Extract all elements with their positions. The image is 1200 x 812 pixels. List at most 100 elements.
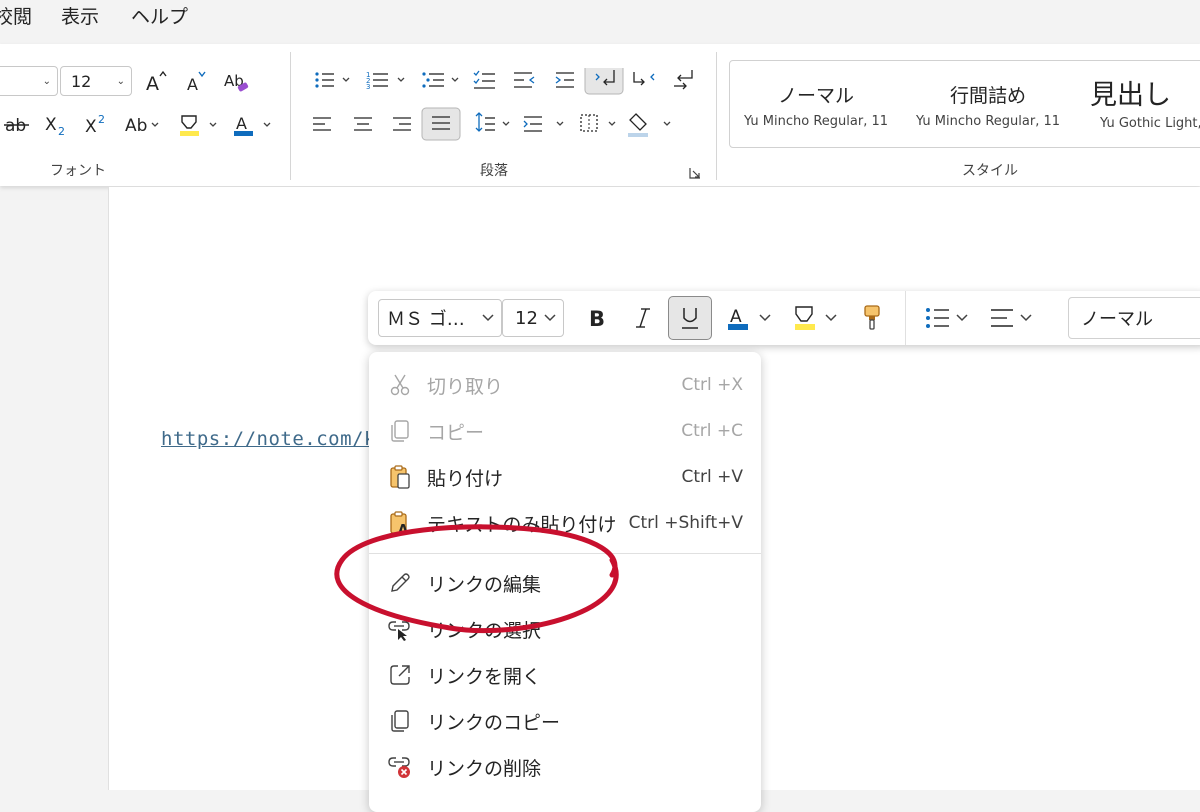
superscript-button[interactable]: X2 [82, 110, 112, 140]
chevron-down-icon: ⌄ [42, 75, 51, 87]
style-normal-name: ノーマル [777, 85, 854, 107]
shading-icon[interactable] [628, 113, 671, 137]
style-normal[interactable]: ノーマル Yu Mincho Regular, 11 [730, 81, 902, 129]
svg-text:2: 2 [98, 113, 105, 126]
menu-item-label: 貼り付け [427, 467, 504, 490]
style-heading-name: 見出し [1090, 80, 1171, 111]
document-link[interactable]: https://note.com/k [161, 428, 376, 450]
menu-item-label: 切り取り [427, 375, 504, 398]
menu-review[interactable]: 校閲 [0, 2, 32, 29]
mini-highlight-button[interactable] [790, 301, 842, 335]
paragraph-group-label: 段落 [480, 163, 508, 179]
justify-button-pressed[interactable] [421, 107, 461, 141]
subscript-icon: X2 [45, 115, 65, 137]
subscript-button[interactable]: X2 [42, 110, 72, 140]
menu-item-paste[interactable]: 貼り付け Ctrl +V [369, 455, 761, 499]
menu-item-label: リンクの編集 [427, 573, 542, 596]
style-heading[interactable]: 見出し Yu Gothic Light, [1090, 73, 1200, 131]
svg-text:2: 2 [58, 125, 65, 137]
mini-font-name-value: ＭＳ ゴ… [387, 309, 465, 330]
svg-text:X: X [45, 115, 57, 135]
grow-font-button[interactable]: A [143, 68, 171, 96]
menu-item-label: リンクの選択 [427, 619, 542, 642]
ltr-button-pressed[interactable] [584, 68, 624, 95]
numbering-icon[interactable]: 123 [366, 71, 405, 91]
paragraph-spacing-icon[interactable] [523, 116, 564, 132]
menu-item-edit-link[interactable]: リンクの編集 [369, 561, 761, 605]
line-spacing-icon[interactable] [475, 112, 510, 132]
highlight-color-button[interactable] [176, 110, 222, 140]
svg-text:X: X [85, 117, 97, 137]
align-icon [991, 309, 1032, 327]
rtl-icon[interactable] [633, 72, 655, 86]
bullets-icon[interactable] [315, 72, 350, 88]
bullets-icon [926, 308, 968, 328]
dialog-launcher-icon[interactable] [688, 166, 702, 180]
font-color-button[interactable]: A [230, 110, 276, 140]
paste-icon [387, 464, 413, 490]
font-color-icon: A [728, 307, 771, 330]
menu-item-paste-text-only[interactable]: A テキストのみ貼り付け Ctrl +Shift+V [369, 501, 761, 545]
style-no-spacing[interactable]: 行間詰め Yu Mincho Regular, 11 [902, 81, 1074, 129]
clear-format-button[interactable]: Ab [222, 66, 252, 96]
menu-view[interactable]: 表示 [61, 2, 99, 29]
decrease-indent-icon[interactable] [514, 72, 535, 88]
mini-font-size-combo[interactable]: 12 [502, 299, 564, 337]
borders-icon[interactable] [580, 114, 616, 132]
menu-bar: 校閲 表示 ヘルプ [0, 0, 1200, 32]
menu-item-shortcut: Ctrl +X [681, 375, 743, 395]
mini-font-size-value: 12 [515, 307, 538, 329]
grow-font-icon: A [146, 70, 167, 94]
italic-button[interactable] [626, 301, 660, 335]
bold-button[interactable]: B [580, 301, 614, 335]
align-center-icon[interactable] [354, 117, 372, 131]
change-case-button[interactable]: Ab [122, 110, 162, 140]
style-normal-font: Yu Mincho Regular, 11 [743, 114, 889, 129]
style-no-spacing-font: Yu Mincho Regular, 11 [915, 114, 1061, 129]
strikethrough-button[interactable]: ab [2, 110, 32, 140]
increase-indent-icon[interactable] [555, 72, 574, 88]
styles-group-label: スタイル [962, 163, 1018, 179]
font-name-combo[interactable]: ⌄ [0, 66, 58, 96]
clear-format-icon: Ab [224, 72, 249, 92]
menu-item-open-link[interactable]: リンクを開く [369, 653, 761, 697]
menu-item-copy[interactable]: コピー Ctrl +C [369, 409, 761, 453]
menu-item-cut[interactable]: 切り取り Ctrl +X [369, 363, 761, 407]
format-painter-button[interactable] [856, 301, 888, 335]
mini-toolbar-separator [905, 291, 906, 345]
mini-style-combo[interactable]: ノーマル [1068, 297, 1200, 339]
mini-style-value: ノーマル [1081, 309, 1153, 330]
align-left-icon[interactable] [313, 117, 331, 131]
align-right-icon[interactable] [393, 117, 411, 131]
menu-item-label: コピー [427, 421, 485, 444]
link-select-icon [387, 616, 413, 642]
bold-icon: B [589, 307, 605, 331]
font-size-combo[interactable]: 12 ⌄ [60, 66, 132, 96]
style-heading-font: Yu Gothic Light, [1100, 116, 1200, 131]
svg-text:A: A [236, 114, 247, 133]
mini-font-name-combo[interactable]: ＭＳ ゴ… [378, 299, 502, 337]
mini-font-color-button[interactable]: A [724, 301, 776, 335]
chevron-down-icon: ⌄ [116, 75, 125, 87]
mini-alignment-button[interactable] [986, 301, 1042, 335]
paragraph-tools: 123 [313, 68, 693, 141]
menu-item-shortcut: Ctrl +V [681, 467, 743, 487]
menu-item-select-link[interactable]: リンクの選択 [369, 607, 761, 651]
ribbon-separator [716, 52, 717, 180]
line-break-icon[interactable] [674, 70, 693, 90]
mini-bullets-button[interactable] [920, 301, 976, 335]
scissors-icon [387, 372, 413, 398]
checklist-icon[interactable] [473, 70, 495, 89]
svg-text:A: A [187, 75, 198, 94]
shrink-font-button[interactable]: A [184, 68, 212, 96]
highlighter-icon [795, 306, 837, 330]
multilevel-list-icon[interactable] [422, 72, 459, 88]
italic-icon [636, 308, 650, 328]
copy-link-icon [387, 708, 413, 734]
font-group-label: フォント [50, 163, 106, 179]
menu-separator [369, 553, 761, 554]
menu-help[interactable]: ヘルプ [131, 2, 188, 29]
underline-button[interactable] [668, 296, 712, 340]
menu-item-remove-link[interactable]: リンクの削除 [369, 745, 761, 789]
menu-item-copy-link[interactable]: リンクのコピー [369, 699, 761, 743]
